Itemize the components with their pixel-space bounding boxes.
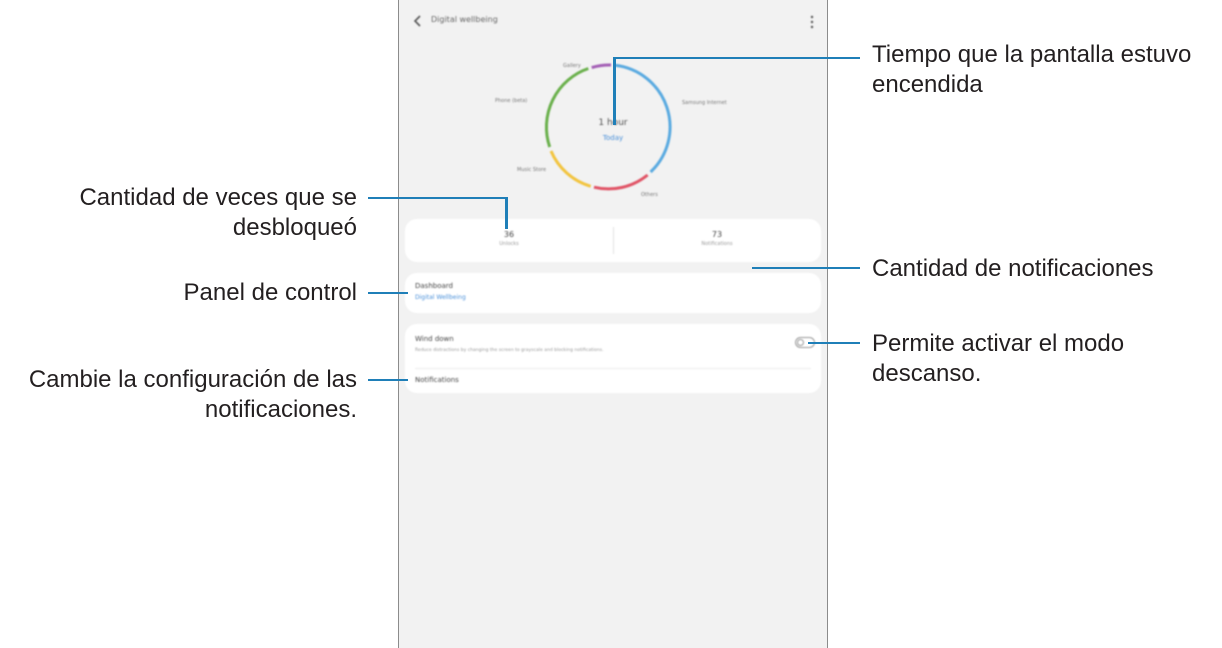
stats-card: 36 Unlocks 73 Notifications bbox=[405, 219, 821, 262]
callout-unlocks: Cantidad de veces que se desbloqueó bbox=[79, 184, 357, 241]
wind-down-description: Reduce distractions by changing the scre… bbox=[415, 348, 604, 353]
notifications-stat[interactable]: 73 Notifications bbox=[613, 219, 821, 262]
dashboard-item[interactable]: Dashboard Digital Wellbeing bbox=[405, 273, 821, 313]
dashboard-title: Dashboard bbox=[415, 282, 453, 290]
app-title: Digital wellbeing bbox=[431, 15, 498, 24]
screen-time-link[interactable]: Today bbox=[399, 134, 827, 142]
dashboard-subtitle: Digital Wellbeing bbox=[415, 294, 466, 301]
callout-screen-time: Tiempo que la pantalla estuvo encendida bbox=[872, 41, 1192, 98]
leader-unlocks-vertical bbox=[505, 197, 508, 229]
leader-wind-down bbox=[808, 342, 860, 344]
back-arrow-icon[interactable] bbox=[411, 12, 425, 30]
unlocks-stat[interactable]: 36 Unlocks bbox=[405, 219, 613, 262]
notifications-settings-item[interactable]: Notifications bbox=[415, 376, 459, 384]
unlocks-value: 36 bbox=[503, 230, 515, 239]
settings-card: Wind down Reduce distractions by changin… bbox=[405, 324, 821, 393]
more-options-icon[interactable] bbox=[809, 14, 815, 30]
app-label-gallery: Gallery bbox=[563, 63, 581, 69]
leader-notifications bbox=[752, 267, 860, 269]
app-label-phone: Phone (beta) bbox=[495, 98, 528, 104]
leader-notification-settings bbox=[368, 379, 408, 381]
notifications-label: Notifications bbox=[701, 241, 733, 247]
leader-dashboard bbox=[368, 292, 408, 294]
app-label-samsung-internet: Samsung Internet bbox=[682, 100, 727, 106]
donut-segment-others bbox=[593, 173, 649, 191]
leader-screen-time-vertical bbox=[613, 57, 616, 125]
app-label-others: Others bbox=[641, 192, 658, 198]
app-label-music-store: Music Store bbox=[517, 167, 547, 173]
leader-unlocks-horizontal bbox=[368, 197, 507, 199]
wind-down-title[interactable]: Wind down bbox=[415, 335, 454, 343]
callout-notification-settings: Cambie la configuración de las notificac… bbox=[28, 366, 357, 423]
notifications-value: 73 bbox=[711, 230, 723, 239]
app-bar: Digital wellbeing bbox=[399, 8, 827, 36]
leader-screen-time-horizontal bbox=[613, 57, 860, 59]
donut-segment-music-store bbox=[549, 150, 592, 188]
unlocks-label: Unlocks bbox=[499, 241, 519, 247]
callout-dashboard: Panel de control bbox=[183, 279, 357, 306]
toggle-knob bbox=[797, 339, 804, 346]
settings-divider bbox=[415, 368, 811, 369]
donut-segment-gallery bbox=[591, 63, 612, 70]
callout-notifications: Cantidad de notificaciones bbox=[872, 255, 1154, 282]
callout-wind-down: Permite activar el modo descanso. bbox=[872, 330, 1125, 387]
